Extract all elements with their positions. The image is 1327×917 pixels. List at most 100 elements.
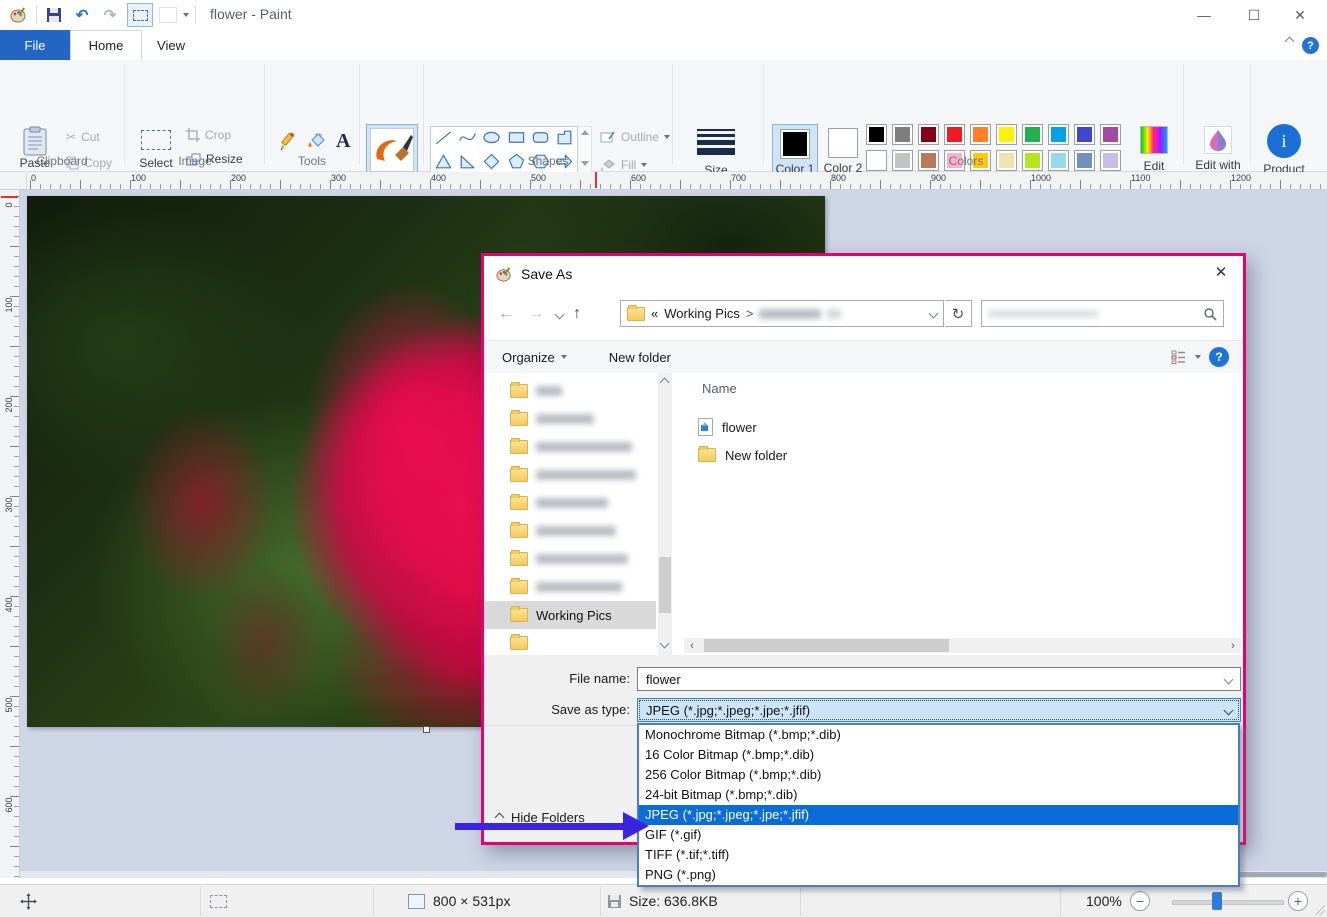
color-swatch[interactable] (1048, 124, 1069, 145)
qat-dropdown-icon[interactable] (183, 13, 189, 17)
folder-icon (510, 468, 528, 482)
color-swatch[interactable] (892, 124, 913, 145)
maximize-button[interactable]: ☐ (1231, 0, 1277, 30)
help-icon[interactable]: ? (1302, 37, 1319, 54)
save-icon[interactable] (43, 4, 65, 26)
window-title: flower - Paint (210, 6, 292, 22)
file-row[interactable]: New folder (698, 443, 787, 467)
paste-button[interactable]: Paste (12, 126, 58, 176)
qat-extra-icon[interactable] (159, 7, 177, 23)
fill-tool[interactable] (306, 132, 326, 151)
filetype-option[interactable]: 16 Color Bitmap (*.bmp;*.dib) (639, 745, 1238, 765)
view-options-icon[interactable] (1171, 350, 1187, 364)
filetype-option[interactable]: 256 Color Bitmap (*.bmp;*.dib) (639, 765, 1238, 785)
dialog-close-button[interactable]: ✕ (1199, 256, 1243, 288)
tab-home[interactable]: Home (70, 30, 142, 60)
cut-button[interactable]: ✂Cut (66, 130, 100, 144)
select-button[interactable]: Select (132, 126, 180, 176)
dialog-help-icon[interactable]: ? (1209, 347, 1229, 367)
file-name-combobox[interactable]: flower (637, 667, 1241, 691)
ruler-cursor-marker (595, 172, 597, 188)
tree-scrollbar[interactable] (658, 373, 672, 655)
divider (600, 887, 601, 916)
view-options-dropdown-icon[interactable] (1195, 355, 1201, 359)
tree-item[interactable] (484, 629, 656, 655)
redo-icon[interactable]: ↷ (99, 4, 121, 26)
filetype-option[interactable]: TIFF (*.tif;*.tiff) (639, 845, 1238, 865)
redacted-folder-name (536, 386, 562, 396)
filetype-option[interactable]: JPEG (*.jpg;*.jpeg;*.jpe;*.jfif) (639, 805, 1238, 825)
tree-item[interactable] (484, 489, 656, 517)
tree-item[interactable] (484, 573, 656, 601)
minimize-button[interactable]: — (1181, 0, 1227, 30)
shape-ellipse-icon[interactable] (482, 128, 501, 150)
refresh-button[interactable]: ↻ (945, 300, 972, 327)
tree-item-label: Working Pics (536, 608, 612, 623)
tab-view[interactable]: View (142, 30, 200, 60)
tree-item[interactable] (484, 405, 656, 433)
back-icon[interactable]: ← (498, 305, 514, 323)
address-dropdown-icon[interactable] (929, 309, 939, 319)
shape-rounded-rectangle-icon[interactable] (531, 128, 550, 150)
filetype-option[interactable]: GIF (*.gif) (639, 825, 1238, 845)
zoom-in-button[interactable]: + (1288, 885, 1308, 917)
color-swatch[interactable] (918, 124, 939, 145)
zoom-slider-track[interactable] (1172, 900, 1284, 905)
crop-button[interactable]: Crop (186, 128, 231, 142)
color-swatch[interactable] (1074, 150, 1095, 171)
breadcrumb-folder[interactable]: Working Pics (664, 306, 740, 321)
zoom-slider-thumb[interactable] (1212, 892, 1222, 910)
new-folder-button[interactable]: New folder (609, 350, 671, 365)
selection-tool-icon[interactable] (127, 3, 153, 27)
pencil-tool[interactable] (278, 132, 297, 151)
shape-polygon-icon[interactable] (555, 128, 574, 150)
save-as-type-combobox[interactable]: JPEG (*.jpg;*.jpeg;*.jpe;*.jfif) (637, 698, 1241, 722)
tree-item[interactable] (484, 545, 656, 573)
color-swatch[interactable] (970, 124, 991, 145)
folder-icon (510, 552, 528, 566)
tab-file[interactable]: File (0, 30, 70, 60)
color-swatch[interactable] (1022, 124, 1043, 145)
divider (672, 64, 673, 164)
breadcrumb-laquo[interactable]: « (651, 306, 658, 321)
hide-folders-button[interactable]: Hide Folders (496, 810, 585, 825)
tree-item-working-pics[interactable]: Working Pics (484, 601, 656, 629)
column-header-name[interactable]: Name (702, 381, 737, 396)
search-box[interactable] (981, 300, 1224, 327)
shape-curve-icon[interactable] (458, 128, 477, 150)
shape-line-icon[interactable] (434, 128, 453, 150)
filetype-option[interactable]: Monochrome Bitmap (*.bmp;*.dib) (639, 725, 1238, 745)
color-swatch[interactable] (1074, 124, 1095, 145)
save-as-type-label: Save as type: (518, 702, 630, 717)
tree-item[interactable] (484, 517, 656, 545)
color-swatch[interactable] (944, 124, 965, 145)
undo-icon[interactable]: ↶ (71, 4, 93, 26)
tree-item[interactable] (484, 433, 656, 461)
recent-locations-icon[interactable] (555, 309, 565, 319)
shape-rectangle-icon[interactable] (507, 128, 526, 150)
up-icon[interactable]: ↑ (573, 305, 581, 323)
close-button[interactable]: ✕ (1277, 0, 1323, 30)
organize-button[interactable]: Organize (502, 350, 567, 365)
filelist-horizontal-scrollbar[interactable]: ‹ › (684, 638, 1241, 653)
outline-button[interactable]: Outline (600, 130, 670, 144)
address-bar[interactable]: « Working Pics > (620, 300, 944, 327)
collapse-ribbon-icon[interactable] (1285, 37, 1295, 47)
zoom-out-button[interactable]: − (1130, 885, 1150, 917)
text-tool[interactable]: A (336, 130, 350, 153)
selection-size-indicator (210, 885, 227, 917)
color-swatch[interactable] (1100, 124, 1121, 145)
filetype-option[interactable]: 24-bit Bitmap (*.bmp;*.dib) (639, 785, 1238, 805)
filetype-option[interactable]: PNG (*.png) (639, 865, 1238, 885)
file-row[interactable]: flower (698, 415, 757, 439)
color-swatch[interactable] (996, 124, 1017, 145)
canvas-resize-handle[interactable] (423, 726, 430, 733)
color-swatch[interactable] (866, 124, 887, 145)
tree-item[interactable] (484, 377, 656, 405)
tree-item[interactable] (484, 461, 656, 489)
forward-icon[interactable]: → (528, 305, 544, 323)
resize-grip[interactable] (1315, 905, 1325, 915)
color-swatch[interactable] (1100, 150, 1121, 171)
canvas-size-indicator: 800 × 531px (408, 885, 510, 917)
ruler-label: 500 (531, 173, 546, 183)
